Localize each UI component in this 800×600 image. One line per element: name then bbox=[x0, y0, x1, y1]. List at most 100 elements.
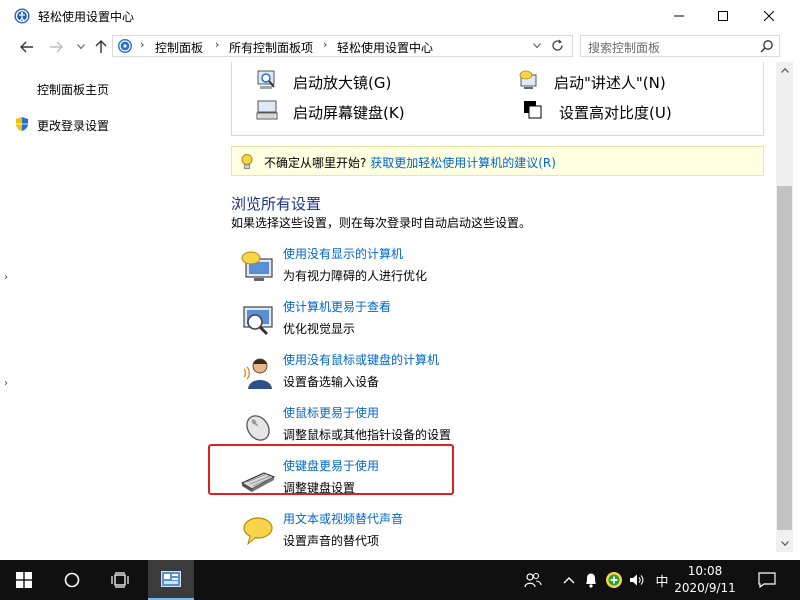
scroll-up-button[interactable] bbox=[776, 62, 793, 79]
breadcrumb-all-items[interactable]: 所有控制面板项 bbox=[229, 39, 313, 56]
clock-date: 2020/9/11 bbox=[674, 581, 736, 595]
section-description: 如果选择这些设置，则在每次登录时自动启动这些设置。 bbox=[231, 216, 532, 230]
address-dropdown-button[interactable] bbox=[533, 38, 541, 52]
minimize-icon bbox=[674, 15, 684, 17]
start-button[interactable] bbox=[0, 560, 48, 600]
control-panel-icon bbox=[118, 39, 132, 53]
back-button[interactable] bbox=[18, 37, 36, 57]
setting-link[interactable]: 使用没有鼠标或键盘的计算机 bbox=[283, 351, 439, 368]
setting-item: 使计算机更易于查看 优化视觉显示 bbox=[240, 298, 670, 344]
input-method-button[interactable]: 中 bbox=[652, 570, 672, 590]
taskbar: 中 10:08 2020/9/11 bbox=[0, 560, 800, 600]
highlight-box bbox=[208, 444, 454, 495]
window-title: 轻松使用设置中心 bbox=[38, 10, 135, 24]
breadcrumb-ease-of-access[interactable]: 轻松使用设置中心 bbox=[337, 39, 433, 56]
chevron-up-icon bbox=[780, 68, 789, 73]
setting-link[interactable]: 使用没有显示的计算机 bbox=[283, 245, 403, 262]
section-heading: 浏览所有设置 bbox=[231, 195, 322, 213]
up-button[interactable] bbox=[92, 37, 110, 57]
vertical-scrollbar[interactable] bbox=[776, 62, 793, 552]
setting-description: 为有视力障碍的人进行优化 bbox=[283, 269, 428, 283]
action-center-button[interactable] bbox=[756, 570, 778, 590]
cortana-button[interactable] bbox=[48, 560, 96, 600]
panel-edge-marker: › bbox=[4, 378, 8, 389]
setting-item: 用文本或视频替代声音 设置声音的替代项 bbox=[240, 510, 670, 556]
chevron-down-icon bbox=[780, 541, 789, 546]
quick-access-panel: 启动放大镜(G) 启动"讲述人"(N) 启动屏幕键盘(K) 设置高对比度(U) bbox=[231, 62, 764, 136]
setting-link[interactable]: 使计算机更易于查看 bbox=[283, 298, 391, 315]
scroll-thumb[interactable] bbox=[777, 186, 792, 530]
breadcrumb-separator-icon: › bbox=[140, 38, 145, 51]
chevron-down-icon bbox=[533, 43, 541, 49]
refresh-icon bbox=[552, 39, 563, 51]
taskbar-clock[interactable]: 10:08 2020/9/11 bbox=[670, 563, 740, 597]
lightbulb-icon bbox=[241, 154, 253, 169]
breadcrumb-separator-icon[interactable]: › bbox=[323, 38, 327, 51]
person-speaking-icon bbox=[243, 358, 272, 389]
setting-item: 使用没有显示的计算机 为有视力障碍的人进行优化 bbox=[240, 245, 670, 291]
people-button[interactable] bbox=[522, 570, 544, 590]
breadcrumb-separator-icon[interactable]: › bbox=[215, 38, 219, 51]
magnifier-monitor-icon bbox=[243, 306, 273, 336]
clock-time: 10:08 bbox=[687, 564, 723, 578]
speaker-icon bbox=[630, 574, 644, 586]
tip-text: 不确定从哪里开始? 获取更加轻松使用计算机的建议(R) bbox=[264, 154, 556, 171]
scroll-down-button[interactable] bbox=[776, 535, 793, 552]
people-icon bbox=[524, 572, 542, 588]
panel-edge-marker: › bbox=[4, 272, 8, 283]
setting-link[interactable]: 使鼠标更易于使用 bbox=[283, 404, 379, 421]
setting-link[interactable]: 用文本或视频替代声音 bbox=[283, 510, 403, 527]
circle-icon bbox=[64, 572, 80, 588]
show-hidden-icons-button[interactable] bbox=[560, 570, 578, 590]
control-panel-icon bbox=[161, 571, 181, 587]
chevron-down-icon bbox=[77, 44, 85, 50]
maximize-icon bbox=[718, 11, 728, 21]
high-contrast-icon bbox=[524, 101, 542, 119]
speech-bubble-icon bbox=[243, 517, 273, 546]
search-placeholder: 搜索控制面板 bbox=[588, 41, 661, 55]
forward-button[interactable] bbox=[47, 37, 65, 57]
set-high-contrast-link[interactable]: 设置高对比度(U) bbox=[559, 102, 672, 123]
refresh-button[interactable] bbox=[551, 39, 564, 55]
setting-item: 使用没有鼠标或键盘的计算机 设置备选输入设备 bbox=[240, 351, 670, 397]
close-icon bbox=[764, 11, 774, 21]
sidebar-change-login-settings[interactable]: 更改登录设置 bbox=[37, 117, 109, 134]
security-tray-button[interactable] bbox=[604, 570, 624, 590]
plus-badge-icon bbox=[606, 572, 622, 588]
close-button[interactable] bbox=[746, 0, 792, 32]
search-icon[interactable] bbox=[760, 39, 774, 53]
setting-description: 优化视觉显示 bbox=[283, 322, 356, 336]
minimize-button[interactable] bbox=[656, 0, 702, 32]
chevron-up-icon bbox=[563, 577, 575, 584]
start-magnifier-link[interactable]: 启动放大镜(G) bbox=[293, 72, 391, 93]
windows-logo-icon bbox=[16, 572, 32, 588]
start-narrator-link[interactable]: 启动"讲述人"(N) bbox=[554, 72, 666, 93]
start-onscreen-keyboard-link[interactable]: 启动屏幕键盘(K) bbox=[293, 102, 405, 123]
setting-description: 设置备选输入设备 bbox=[283, 375, 380, 389]
taskbar-control-panel[interactable] bbox=[148, 560, 194, 600]
task-view-button[interactable] bbox=[96, 560, 144, 600]
mouse-icon bbox=[246, 415, 270, 441]
address-input[interactable]: › 控制面板 › 所有控制面板项 › 轻松使用设置中心 bbox=[112, 35, 573, 57]
ease-of-access-icon bbox=[14, 8, 30, 24]
title-bar: 轻松使用设置中心 bbox=[0, 0, 800, 32]
notification-bell-button[interactable] bbox=[582, 570, 600, 590]
bell-icon bbox=[586, 573, 596, 588]
uac-shield-icon bbox=[16, 117, 28, 131]
sidebar-control-panel-home[interactable]: 控制面板主页 bbox=[37, 81, 109, 98]
tip-bar: 不确定从哪里开始? 获取更加轻松使用计算机的建议(R) bbox=[231, 146, 764, 176]
speech-monitor-icon bbox=[241, 251, 273, 281]
recent-locations-button[interactable] bbox=[72, 37, 90, 57]
arrow-up-icon bbox=[95, 40, 107, 53]
narrator-icon bbox=[519, 70, 537, 89]
volume-button[interactable] bbox=[628, 570, 646, 590]
arrow-right-icon bbox=[50, 41, 63, 53]
arrow-left-icon bbox=[20, 41, 33, 53]
message-icon bbox=[758, 572, 776, 588]
maximize-button[interactable] bbox=[700, 0, 746, 32]
task-view-icon bbox=[111, 572, 129, 588]
tip-suggestions-link[interactable]: 获取更加轻松使用计算机的建议(R) bbox=[370, 156, 556, 170]
breadcrumb-control-panel[interactable]: 控制面板 bbox=[155, 39, 203, 56]
search-input[interactable]: 搜索控制面板 bbox=[580, 35, 780, 57]
setting-description: 设置声音的替代项 bbox=[283, 534, 380, 548]
